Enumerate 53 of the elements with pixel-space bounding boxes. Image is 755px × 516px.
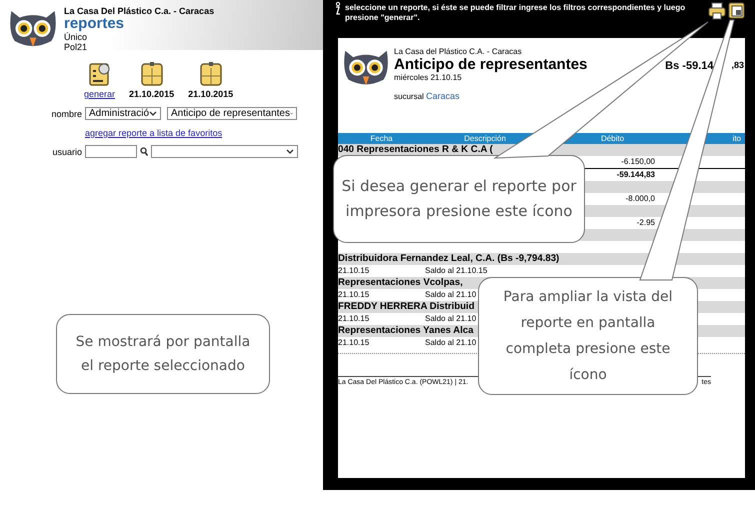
report-select[interactable]: Anticipo de representantes: [167, 107, 297, 120]
callout-text: impresora presione este ícono: [346, 201, 572, 222]
favorites-link[interactable]: agregar reporte a lista de favoritos: [85, 128, 222, 138]
info-icon: [333, 2, 341, 16]
user-label: usuario: [51, 146, 82, 156]
description-cell: Saldo al 21.10: [425, 337, 476, 349]
calendar-icon[interactable]: [140, 62, 163, 86]
printer-icon[interactable]: [708, 2, 726, 20]
description-cell: Saldo al 21.10: [425, 313, 476, 325]
report-company: La Casa del Plástico C.A. - Caracas: [394, 47, 523, 56]
page-title: reportes: [64, 16, 126, 32]
debit-cell: -8.000,0: [626, 193, 655, 205]
report-total: ,83: [731, 60, 744, 72]
column-header: Fecha: [369, 133, 394, 144]
column-header: ito: [732, 133, 742, 144]
debit-cell: -2.95: [636, 217, 655, 229]
callout-text: completa presione este: [506, 340, 670, 359]
date-cell: 21.10.15: [338, 313, 370, 325]
report-date: miércoles 21.10.15: [394, 73, 463, 82]
report-total: Bs -59.14: [665, 60, 714, 72]
date-label: 21.10.2015: [129, 89, 174, 99]
callout-text: Se mostrará por pantalla: [76, 333, 250, 352]
callout-text: el reporte seleccionado: [81, 357, 245, 376]
user-field[interactable]: [85, 145, 137, 158]
header-line: Pol21: [64, 42, 88, 52]
calendar-icon[interactable]: [200, 62, 222, 86]
date-cell: 21.10.15: [338, 337, 370, 349]
debit-cell: -6.150,00: [621, 156, 655, 168]
group-heading: Distribuidora Fernandez Leal, C.A. (Bs -9,794.83): [338, 253, 745, 265]
branch-name: Caracas: [426, 91, 460, 101]
fullscreen-icon[interactable]: [728, 2, 745, 19]
instructions-text: seleccione un reporte, si éste se puede filtrar ingrese los filtros correspondientes y luego presione "generar".: [345, 3, 686, 24]
callout-text: ícono: [569, 366, 607, 385]
company-name: La Casa Del Plástico C.a. - Caracas: [64, 6, 214, 16]
generate-link[interactable]: generar: [84, 89, 116, 99]
generate-icon[interactable]: [88, 62, 111, 86]
caret-icon: [286, 149, 294, 154]
search-icon[interactable]: [140, 147, 148, 156]
header-line: Único: [64, 32, 88, 42]
branch-label: sucursal: [394, 92, 424, 101]
description-cell: Saldo al 21.10: [425, 289, 476, 301]
date-cell: 21.10.15: [338, 265, 370, 277]
column-header: Descripción: [463, 133, 507, 144]
date-cell: 21.10.15: [338, 289, 370, 301]
total-cell: -59.144,83: [616, 169, 655, 181]
column-header: Débito: [600, 133, 626, 144]
callout-text: Si desea generar el reporte por: [342, 176, 576, 197]
caret-icon: [149, 111, 157, 116]
category-select[interactable]: Administració: [85, 107, 161, 120]
description-cell: Saldo al 21.10.15: [425, 265, 488, 277]
name-label: nombre: [50, 108, 82, 118]
report-title: Anticipo de representantes: [394, 56, 588, 73]
date-label: 21.10.2015: [188, 89, 234, 99]
